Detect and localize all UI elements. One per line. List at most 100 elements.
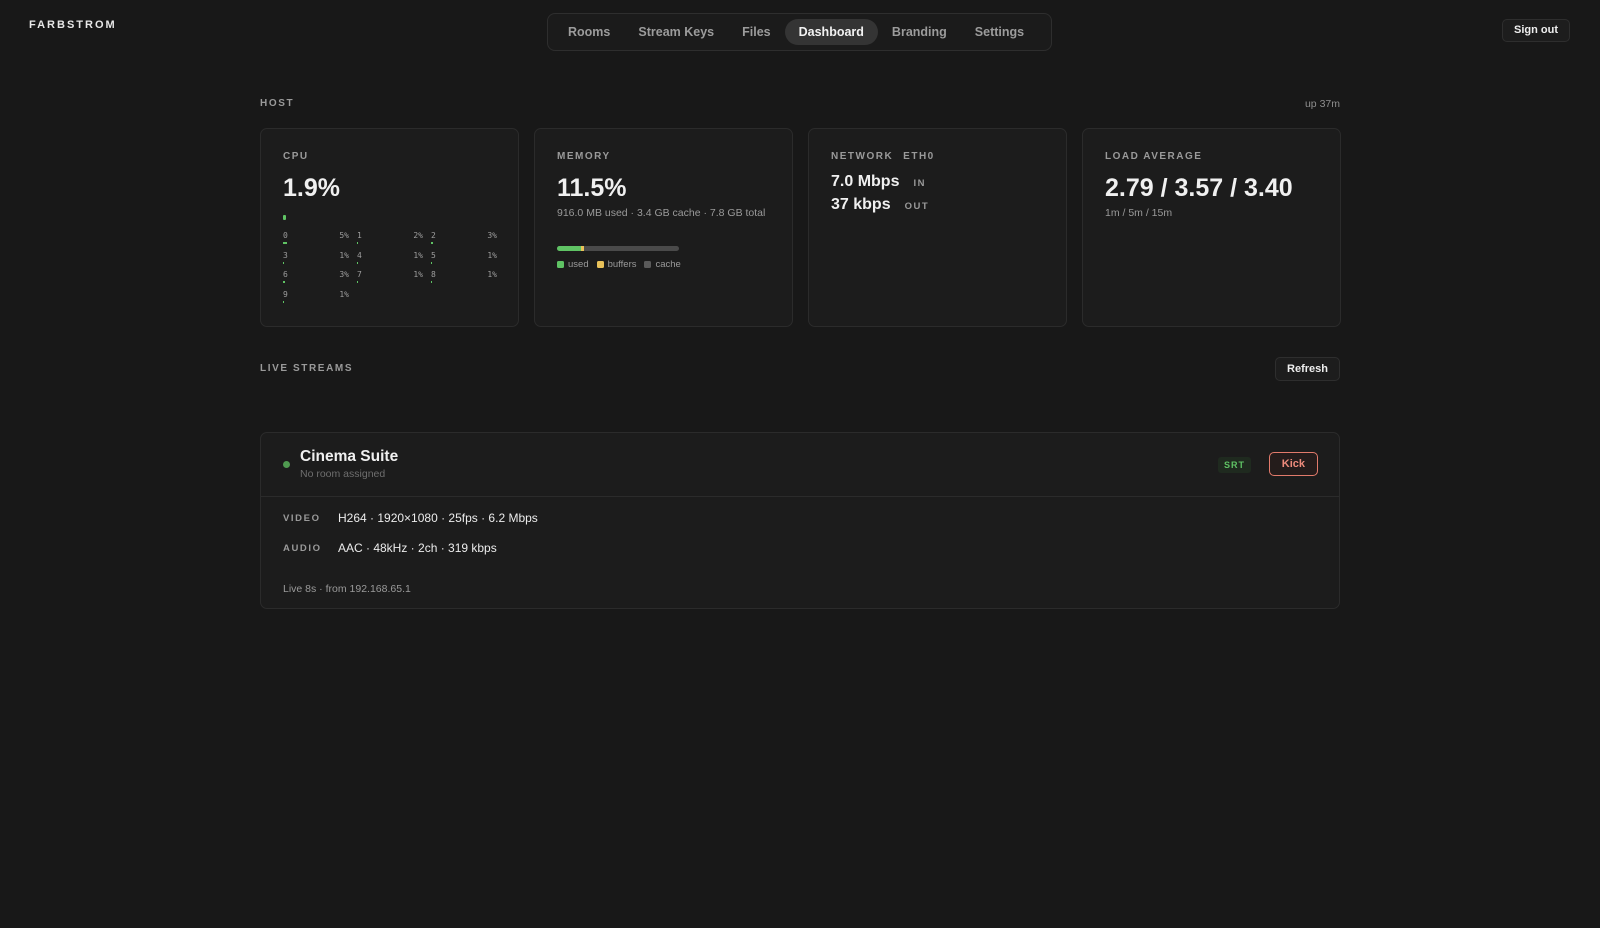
load-label: LOAD AVERAGE [1105,151,1203,162]
cpu-core-id: 6 [283,270,288,279]
cpu-core-bar [357,281,358,283]
stream-header: Cinema Suite No room assigned SRT Kick [261,433,1339,497]
protocol-badge: SRT [1218,457,1251,473]
legend-buffers: buffers [596,259,637,270]
cpu-core: 7 1% [357,270,423,290]
stream-room: No room assigned [300,468,386,480]
nav-item-rooms[interactable]: Rooms [554,19,624,45]
buffers-swatch-icon [596,261,604,268]
cpu-core: 1 2% [357,231,423,251]
memory-value: 11.5% [557,174,627,202]
cpu-core-bar [431,242,433,244]
nav-item-files[interactable]: Files [728,19,785,45]
cpu-usage-bar [283,215,286,220]
live-streams-section-label: LIVE STREAMS [260,363,354,374]
audio-label: AUDIO [283,543,322,554]
cpu-core-bar [431,261,432,264]
cpu-core: 8 1% [431,270,497,290]
cpu-card: CPU 1.9% 0 5% 1 2% 2 3% 3 1% 4 1% 5 1% 6 3% 7 1% 8 1% 9 1% [260,128,519,327]
network-card: NETWORK ETH0 7.0 Mbps IN 37 kbps OUT [808,128,1067,327]
video-label: VIDEO [283,513,321,524]
cpu-core-id: 9 [283,289,288,299]
nav-item-stream-keys[interactable]: Stream Keys [624,19,728,45]
cpu-core: 0 5% [283,231,349,251]
cpu-core-bar [357,242,358,244]
cpu-core: 4 1% [357,251,423,271]
cpu-value: 1.9% [283,174,340,202]
network-in-value: 7.0 Mbps [831,173,900,190]
main-nav: Rooms Stream Keys Files Dashboard Brandi… [547,13,1052,51]
cpu-core-pct: 1% [339,250,349,260]
memory-legend: used buffers cache [557,259,681,270]
cpu-core-pct: 3% [339,270,349,279]
load-detail: 1m / 5m / 15m [1105,207,1173,219]
legend-cache: cache [644,259,681,270]
cpu-core-id: 4 [357,250,362,260]
load-average-card: LOAD AVERAGE 2.79 / 3.57 / 3.40 1m / 5m … [1082,128,1341,327]
used-swatch-icon [557,261,564,268]
network-out-value: 37 kbps [831,196,891,213]
network-label: NETWORK ETH0 [831,151,935,162]
kick-button[interactable]: Kick [1268,452,1318,476]
cache-swatch-icon [644,261,652,268]
cpu-core-id: 1 [357,231,362,240]
cpu-core-pct: 1% [487,250,497,260]
memory-used-segment [557,246,582,251]
cpu-core: 6 3% [283,270,349,290]
stream-card: Cinema Suite No room assigned SRT Kick V… [260,432,1340,609]
legend-used: used [557,259,589,270]
cpu-core-grid: 0 5% 1 2% 2 3% 3 1% 4 1% 5 1% 6 3% 7 1% 8 1% 9 1% [283,231,499,309]
live-status-dot-icon [283,461,290,468]
host-section-label: HOST [260,98,295,109]
cpu-core-pct: 1% [413,250,423,260]
cpu-core-pct: 1% [339,289,349,299]
cpu-core-id: 7 [357,270,362,279]
memory-bar [557,246,679,251]
network-iface: ETH0 [903,151,935,162]
load-value: 2.79 / 3.57 / 3.40 [1105,174,1293,202]
memory-card: MEMORY 11.5% 916.0 MB used · 3.4 GB cach… [534,128,793,327]
sign-out-button[interactable]: Sign out [1502,19,1570,42]
cpu-core-bar [283,300,284,303]
cpu-core-id: 8 [431,270,436,279]
cpu-core: 3 1% [283,251,349,271]
network-title: NETWORK [831,151,894,162]
memory-detail: 916.0 MB used · 3.4 GB cache · 7.8 GB to… [557,207,766,219]
cpu-core-id: 0 [283,231,288,240]
cpu-core: 5 1% [431,251,497,271]
refresh-button[interactable]: Refresh [1275,357,1340,381]
nav-item-dashboard[interactable]: Dashboard [784,19,878,45]
video-spec: H264 · 1920×1080 · 25fps · 6.2 Mbps [338,511,538,525]
network-out-row: 37 kbps OUT [831,196,929,214]
audio-spec: AAC · 48kHz · 2ch · 319 kbps [338,541,497,555]
cpu-core-pct: 2% [413,231,423,240]
cpu-core-bar [431,281,432,283]
brand-logo: FARBSTROM [29,19,117,31]
memory-label: MEMORY [557,151,611,162]
nav-item-branding[interactable]: Branding [878,19,961,45]
cpu-core-id: 3 [283,250,288,260]
cpu-core: 2 3% [431,231,497,251]
cpu-core-bar [283,281,285,283]
cpu-core-pct: 1% [413,270,423,279]
legend-cache-label: cache [655,259,681,270]
cpu-core-pct: 5% [339,231,349,240]
network-out-label: OUT [904,201,930,212]
uptime-text: up 37m [1304,98,1340,110]
cpu-core-pct: 1% [487,270,497,279]
stream-name: Cinema Suite [300,448,399,465]
cpu-core-bar [283,261,284,264]
cpu-core-id: 2 [431,231,436,240]
cpu-core-bar [283,242,287,244]
cpu-core: 9 1% [283,290,349,310]
stream-footer: Live 8s · from 192.168.65.1 [283,583,411,595]
nav-item-settings[interactable]: Settings [961,19,1038,45]
cpu-core-id: 5 [431,250,436,260]
cpu-core-bar [357,261,358,264]
memory-buffers-segment [581,246,584,251]
network-in-row: 7.0 Mbps IN [831,173,926,191]
network-in-label: IN [913,178,926,189]
cpu-label: CPU [283,151,309,162]
legend-used-label: used [568,259,589,270]
legend-buffers-label: buffers [607,259,637,270]
